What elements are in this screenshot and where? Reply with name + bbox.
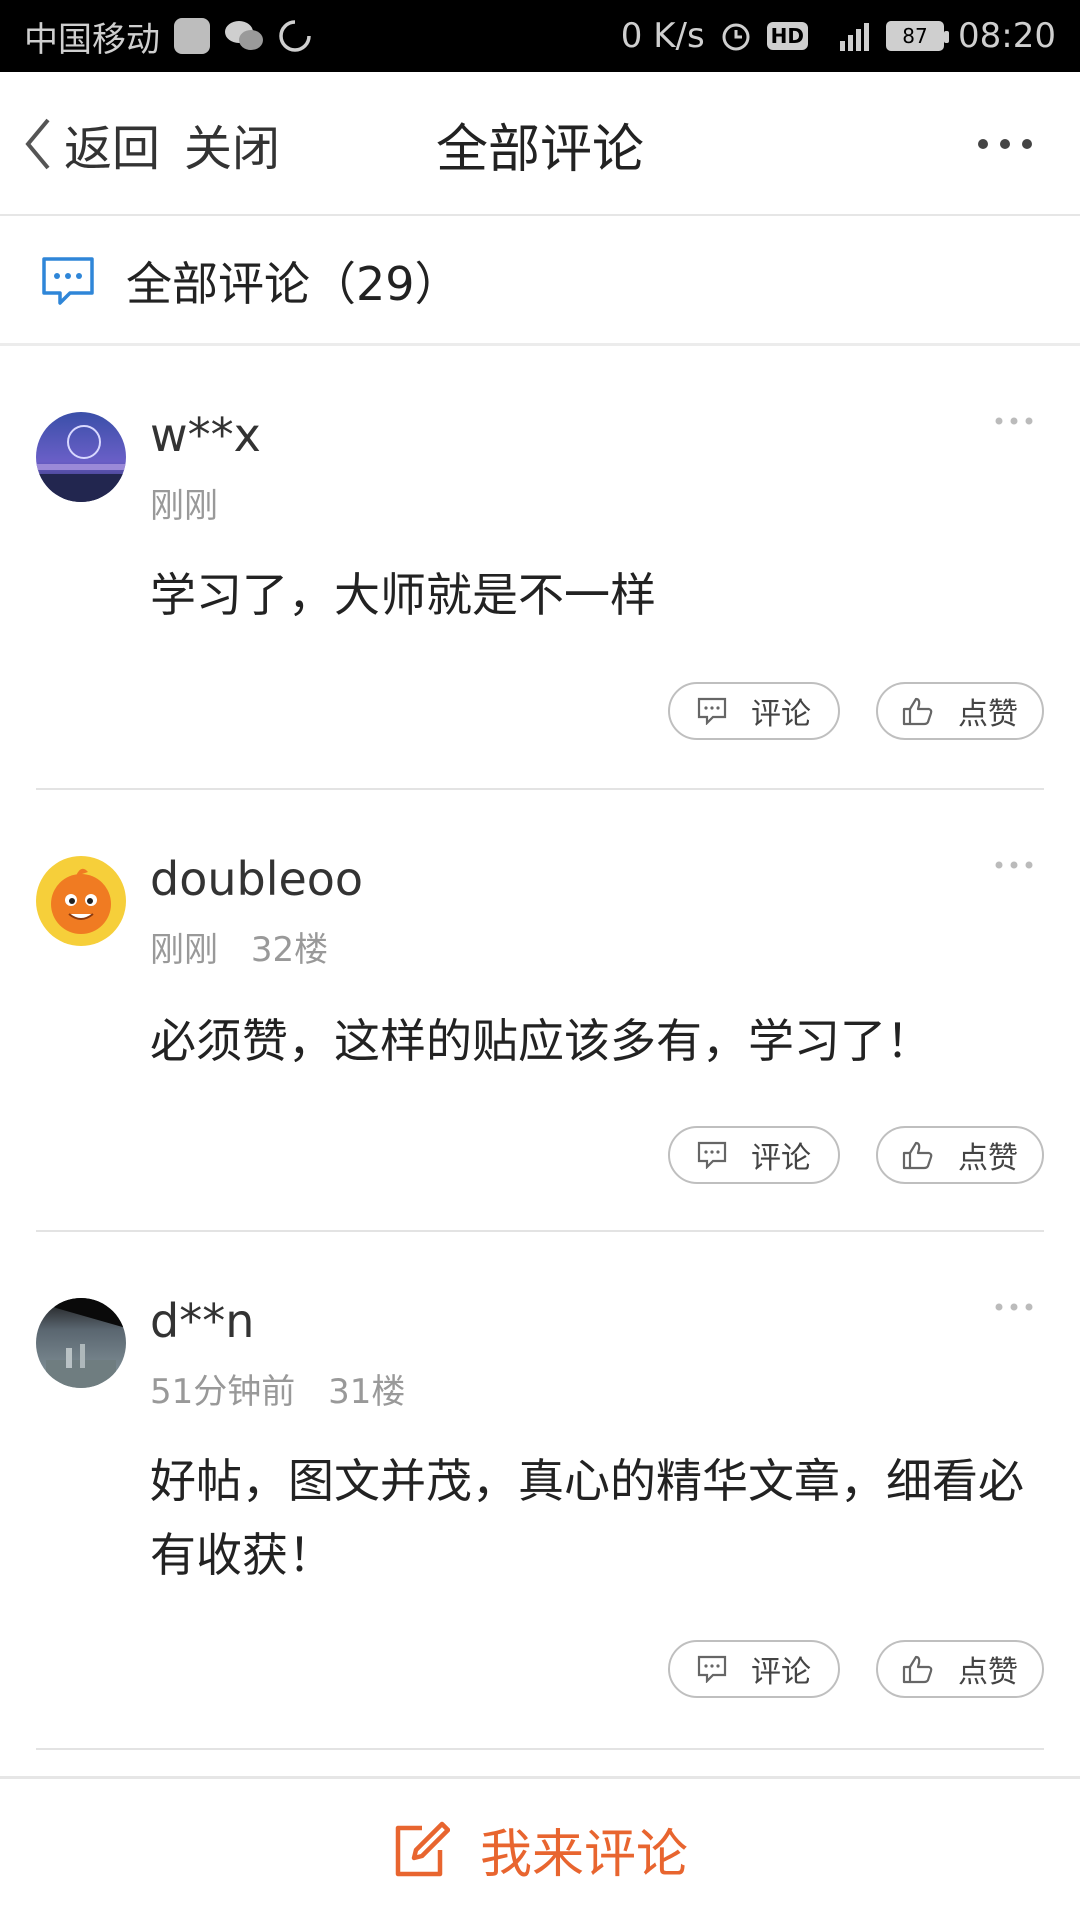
divider [36,788,1044,790]
comment-icon [697,1141,727,1169]
reply-button[interactable]: 评论 [668,1126,840,1184]
thumbs-up-icon [902,1655,933,1684]
like-button[interactable]: 点赞 [876,1640,1044,1698]
hd-badge: HD [766,22,809,50]
close-button[interactable]: 关闭 [184,72,280,216]
wechat-icon [224,19,264,53]
comment-more-button[interactable] [984,406,1044,436]
comment-bubble-icon [42,256,94,305]
comment-icon [697,697,727,725]
comment-time: 刚刚 [150,930,218,970]
reply-label: 评论 [751,1141,811,1176]
write-comment-label: 我来评论 [479,1825,688,1885]
network-speed: 0 K/s [620,16,705,56]
comment-meta: 51分钟前 31楼 [150,1364,427,1413]
comment-more-button[interactable] [984,850,1044,880]
divider [36,1748,1044,1750]
comment-floor: 32楼 [250,930,329,970]
comment-username[interactable]: d**n [150,1294,254,1348]
divider [36,1230,1044,1232]
loading-icon [278,19,312,53]
like-button[interactable]: 点赞 [876,682,1044,740]
reply-button[interactable]: 评论 [668,682,840,740]
more-horizontal-icon [995,861,1033,869]
app-notification-icon [174,18,210,54]
comments-section-header: 全部评论（29） [0,218,1080,346]
thumbs-up-icon [902,697,933,726]
carrier-name: 中国移动 [24,19,160,60]
alarm-icon [719,19,753,53]
comment-floor: 31楼 [328,1372,406,1412]
reply-label: 评论 [751,1655,811,1690]
back-button[interactable]: 返回 [20,72,160,216]
comment-text: 好帖，图文并茂，真心的精华文章，细看必有收获！ [150,1454,1024,1582]
more-options-button[interactable] [960,72,1050,216]
comment-meta: 刚刚 [150,478,240,527]
like-label: 点赞 [958,697,1018,732]
like-label: 点赞 [958,1655,1018,1690]
comment-text: 学习了，大师就是不一样 [150,568,656,622]
avatar[interactable] [36,856,126,946]
back-label: 返回 [64,121,161,177]
write-comment-button[interactable]: 我来评论 [0,1776,1080,1920]
thumbs-up-icon [902,1141,933,1170]
comment-time: 51分钟前 [150,1372,296,1412]
edit-icon [395,1821,450,1876]
more-horizontal-icon [978,139,1032,149]
like-button[interactable]: 点赞 [876,1126,1044,1184]
reply-button[interactable]: 评论 [668,1640,840,1698]
battery-level: 87 [902,24,928,48]
comment-time: 刚刚 [150,486,218,526]
battery-indicator: 87 [886,21,950,51]
section-title: 全部评论（29） [126,256,461,311]
reply-label: 评论 [751,697,811,732]
signal-icon [822,19,872,53]
comment-text: 必须赞，这样的贴应该多有，学习了！ [150,1014,932,1068]
avatar[interactable] [36,1298,126,1388]
avatar[interactable] [36,412,126,502]
like-label: 点赞 [958,1141,1018,1176]
comment-username[interactable]: doubleoo [150,852,363,906]
chevron-left-icon [25,118,50,170]
comment-more-button[interactable] [984,1292,1044,1322]
clock: 08:20 [958,16,1056,56]
page-title: 全部评论 [435,119,644,180]
status-bar: 中国移动 0 K/s HD 87 08:20 [0,0,1080,72]
comment-meta: 刚刚 32楼 [150,922,350,971]
more-horizontal-icon [995,417,1033,425]
comment-username[interactable]: w**x [150,408,261,462]
nav-bar: 返回 关闭 全部评论 [0,72,1080,216]
more-horizontal-icon [995,1303,1033,1311]
close-label: 关闭 [184,121,281,177]
comment-icon [697,1655,727,1683]
